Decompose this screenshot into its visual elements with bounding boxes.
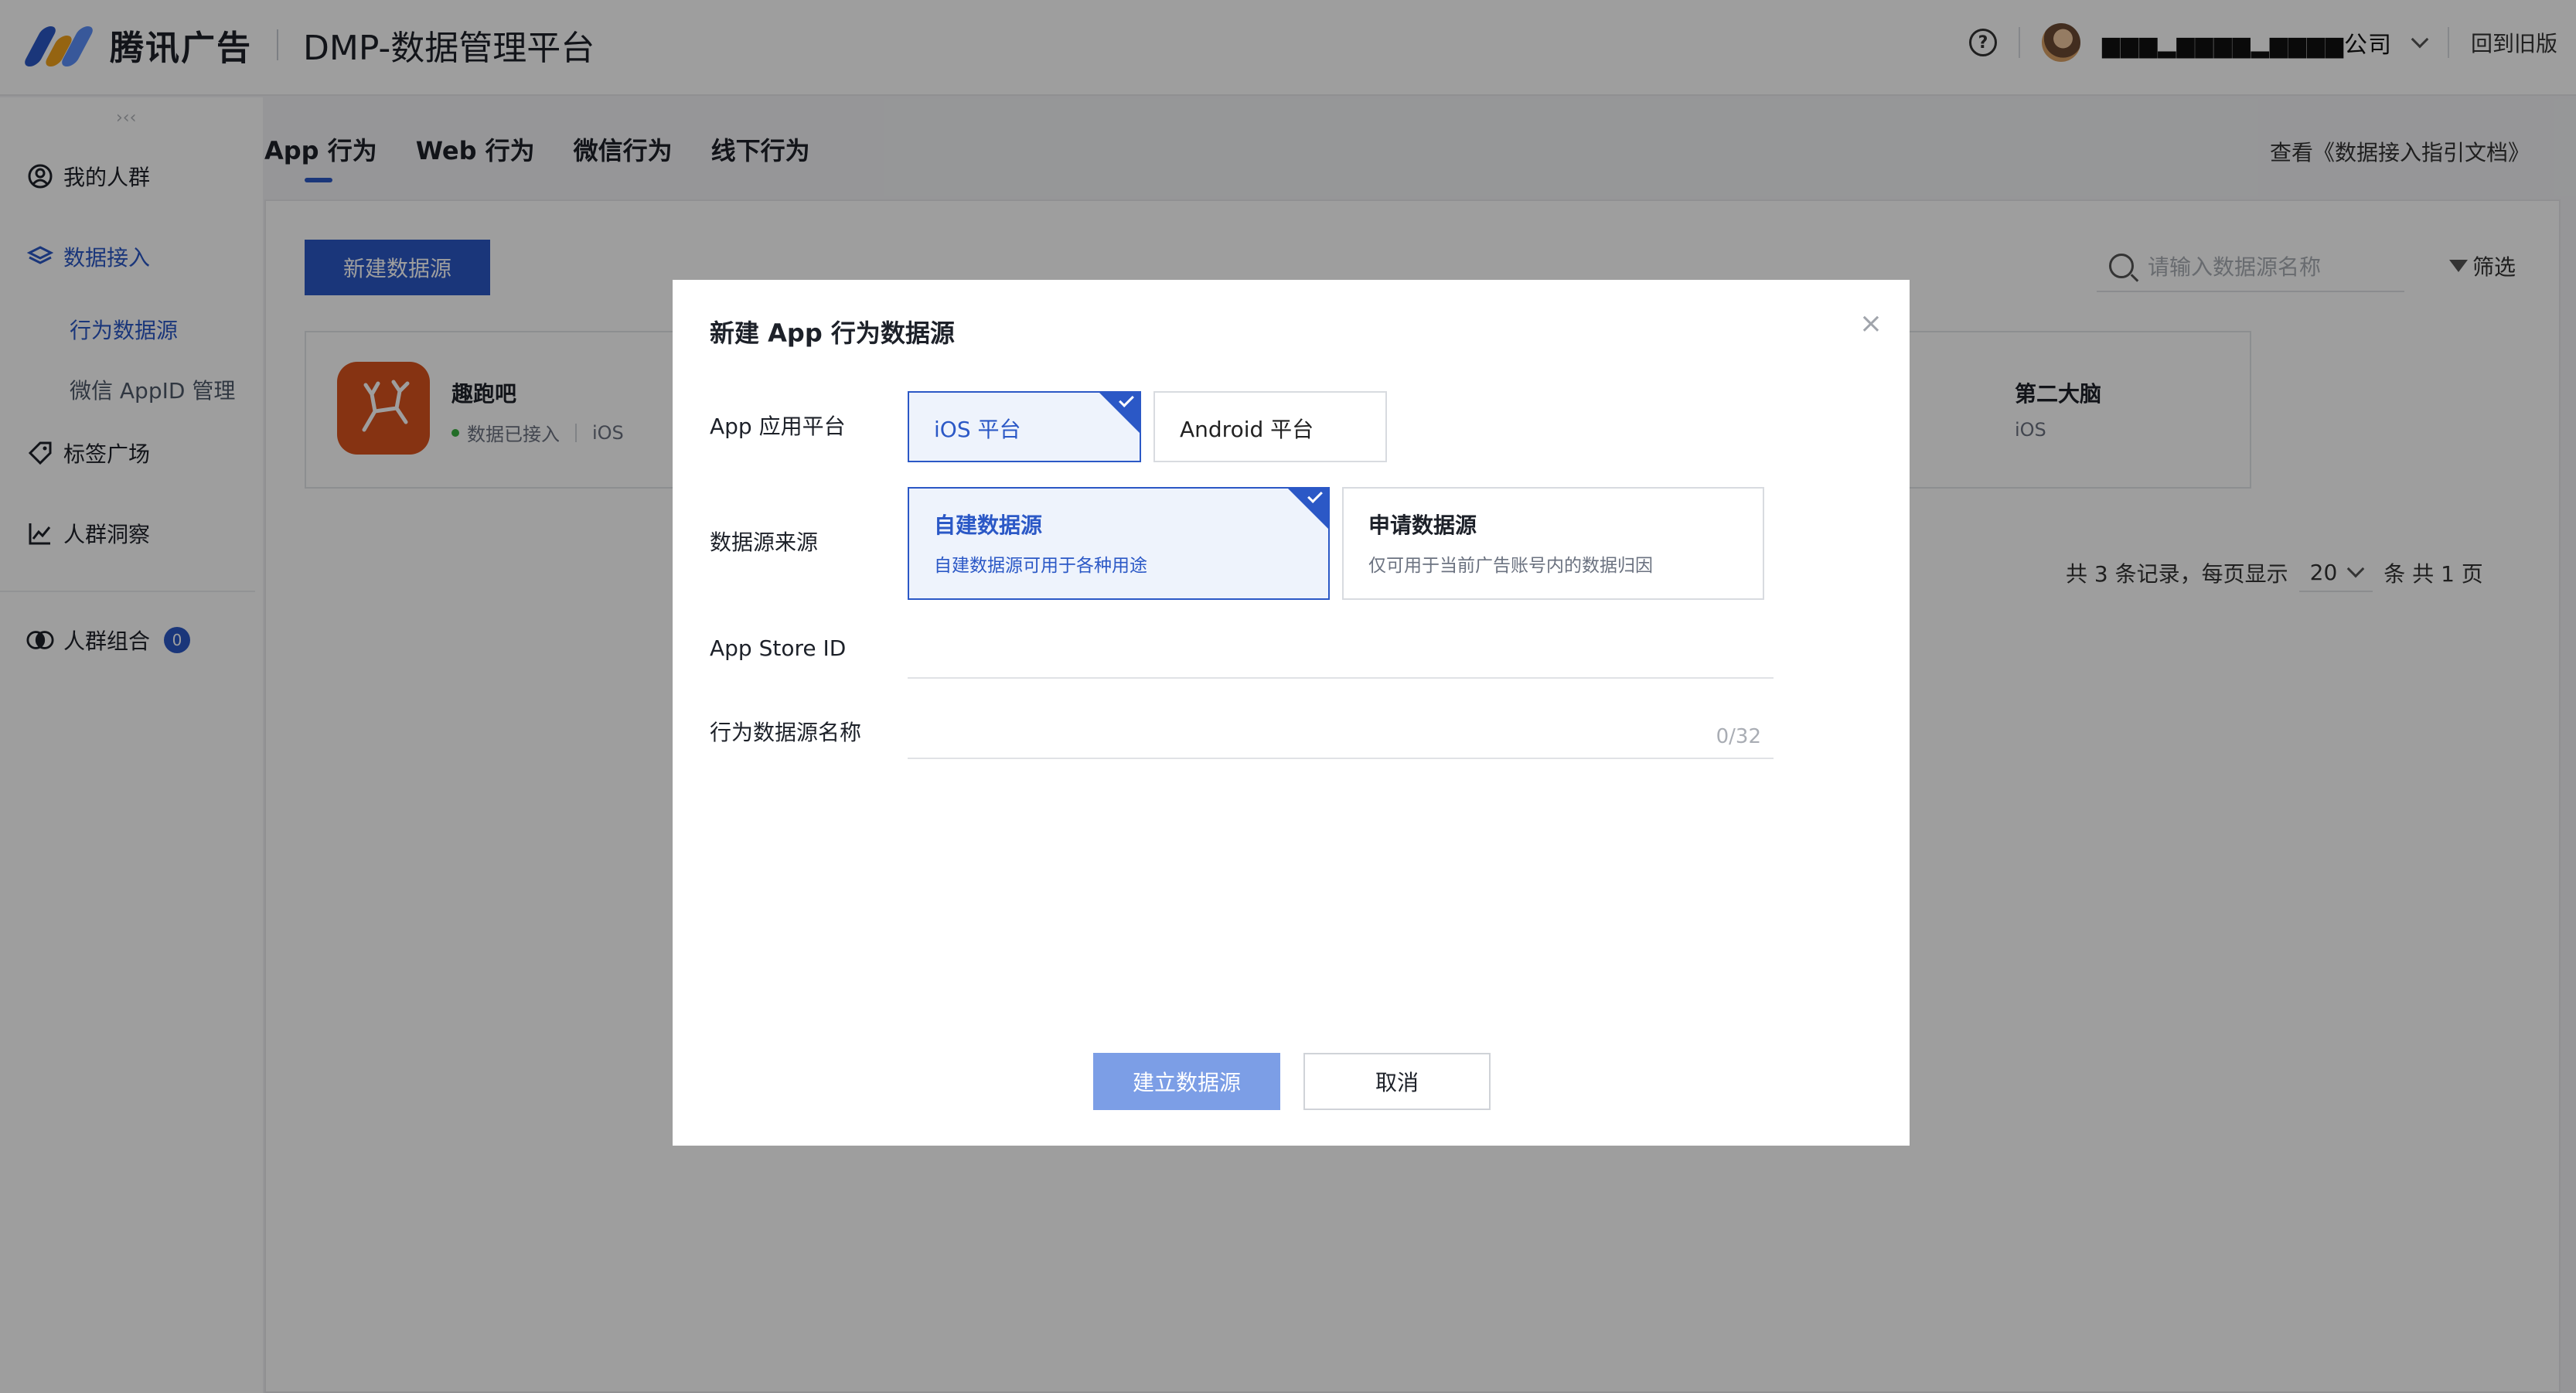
source-option-apply[interactable]: 申请数据源 仅可用于当前广告账号内的数据归因 [1342, 487, 1764, 600]
selected-corner-icon [1288, 489, 1328, 529]
option-description: 仅可用于当前广告账号内的数据归因 [1368, 556, 1653, 576]
option-label: iOS 平台 [934, 417, 1021, 442]
new-app-data-source-dialog: 新建 App 行为数据源 × App 应用平台 iOS 平台 Android 平… [673, 280, 1910, 1146]
dialog-title: 新建 App 行为数据源 [710, 318, 955, 348]
platform-option-ios[interactable]: iOS 平台 [908, 391, 1141, 462]
app-store-id-input[interactable] [908, 634, 1774, 679]
option-label: Android 平台 [1180, 417, 1314, 442]
selected-corner-icon [1099, 393, 1140, 433]
data-source-name-label: 行为数据源名称 [710, 720, 862, 745]
create-data-source-button[interactable]: 建立数据源 [1093, 1053, 1280, 1110]
data-source-name-input[interactable]: 0/32 [908, 714, 1774, 759]
platform-option-android[interactable]: Android 平台 [1153, 391, 1387, 462]
close-icon[interactable]: × [1855, 308, 1886, 339]
character-count: 0/32 [1716, 725, 1761, 748]
platform-field-label: App 应用平台 [710, 414, 846, 439]
cancel-button[interactable]: 取消 [1303, 1053, 1491, 1110]
source-option-self-built[interactable]: 自建数据源 自建数据源可用于各种用途 [908, 487, 1330, 600]
option-title: 自建数据源 [934, 513, 1043, 538]
option-title: 申请数据源 [1368, 513, 1477, 538]
source-field-label: 数据源来源 [710, 530, 819, 555]
app-store-id-label: App Store ID [710, 635, 847, 661]
option-description: 自建数据源可用于各种用途 [934, 556, 1147, 576]
